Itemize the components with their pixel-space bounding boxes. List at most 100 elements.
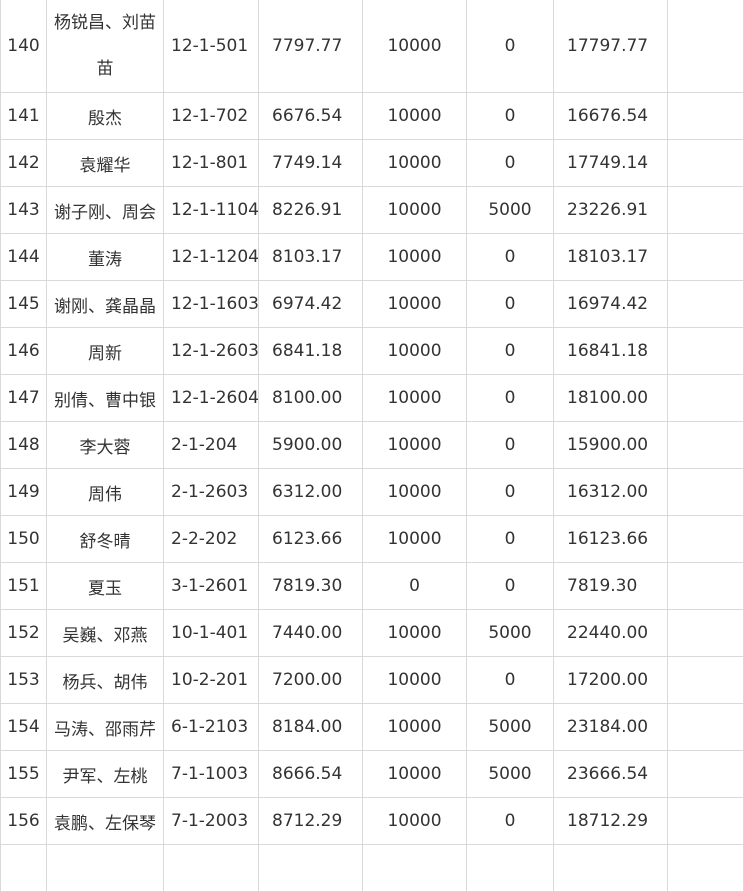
unit-number-cell: 12-1-2604: [163, 374, 259, 422]
amount-1-cell: 8666.54: [258, 750, 363, 798]
amount-3-cell: 0: [466, 468, 554, 516]
total-amount-cell: 23666.54: [553, 750, 668, 798]
amount-2-cell: 10000: [362, 186, 467, 234]
amount-2-cell: 10000: [362, 797, 467, 845]
table-row: 142 袁耀华 12-1-801 7749.14 10000 0 17749.14: [0, 139, 744, 187]
empty-cell: [667, 844, 744, 892]
unit-number-cell: 2-1-2603: [163, 468, 259, 516]
total-amount-cell: 22440.00: [553, 609, 668, 657]
unit-number-cell: 7-1-2003: [163, 797, 259, 845]
empty-cell: [667, 609, 744, 657]
table-row: 155 尹军、左桃 7-1-1003 8666.54 10000 5000 23666.54: [0, 750, 744, 798]
table-row: 152 吴巍、邓燕 10-1-401 7440.00 10000 5000 22440.00: [0, 609, 744, 657]
unit-number-cell: 12-1-501: [163, 0, 259, 93]
owner-name-cell: 袁耀华: [46, 139, 164, 187]
amount-3-cell: 0: [466, 421, 554, 469]
unit-number-cell: 3-1-2601: [163, 562, 259, 610]
empty-cell: [466, 844, 554, 892]
row-number-cell: 148: [0, 421, 47, 469]
amount-3-cell: 0: [466, 656, 554, 704]
row-number-cell: 147: [0, 374, 47, 422]
amount-1-cell: 7749.14: [258, 139, 363, 187]
total-amount-cell: 17797.77: [553, 0, 668, 93]
row-number-cell: 153: [0, 656, 47, 704]
table-row: 145 谢刚、龚晶晶 12-1-1603 6974.42 10000 0 16974.42: [0, 280, 744, 328]
row-number-cell: 154: [0, 703, 47, 751]
empty-cell: [667, 233, 744, 281]
unit-number-cell: 10-2-201: [163, 656, 259, 704]
amount-1-cell: 7819.30: [258, 562, 363, 610]
unit-number-cell: 12-1-702: [163, 92, 259, 140]
table-row: 148 李大蓉 2-1-204 5900.00 10000 0 15900.00: [0, 421, 744, 469]
empty-cell: [667, 656, 744, 704]
amount-2-cell: 10000: [362, 327, 467, 375]
empty-cell: [667, 468, 744, 516]
empty-cell: [667, 797, 744, 845]
amount-3-cell: 0: [466, 515, 554, 563]
empty-cell: [553, 844, 668, 892]
amount-2-cell: 10000: [362, 92, 467, 140]
row-number-cell: 143: [0, 186, 47, 234]
amount-1-cell: 8712.29: [258, 797, 363, 845]
total-amount-cell: 23226.91: [553, 186, 668, 234]
amount-3-cell: 0: [466, 562, 554, 610]
table-row: 143 谢子刚、周会 12-1-1104 8226.91 10000 5000 23226.…: [0, 186, 744, 234]
owner-name-cell: 夏玉: [46, 562, 164, 610]
row-number-cell: 142: [0, 139, 47, 187]
owner-name-cell: 别倩、曹中银: [46, 374, 164, 422]
amount-2-cell: 10000: [362, 750, 467, 798]
amount-2-cell: 0: [362, 562, 467, 610]
total-amount-cell: 16676.54: [553, 92, 668, 140]
amount-3-cell: 5000: [466, 186, 554, 234]
row-number-cell: 150: [0, 515, 47, 563]
amount-3-cell: 0: [466, 797, 554, 845]
table-row: 154 马涛、邵雨芹 6-1-2103 8184.00 10000 5000 23184.0…: [0, 703, 744, 751]
amount-3-cell: 0: [466, 233, 554, 281]
amount-1-cell: 8184.00: [258, 703, 363, 751]
amount-1-cell: 7440.00: [258, 609, 363, 657]
amount-3-cell: 5000: [466, 609, 554, 657]
empty-cell: [0, 844, 47, 892]
owner-name-cell: 李大蓉: [46, 421, 164, 469]
owner-name-cell: 谢子刚、周会: [46, 186, 164, 234]
total-amount-cell: 18103.17: [553, 233, 668, 281]
empty-cell: [667, 562, 744, 610]
table-row: 140 杨锐昌、刘苗苗 12-1-501 7797.77 10000 0 17797.77: [0, 0, 744, 93]
amount-1-cell: 6312.00: [258, 468, 363, 516]
amount-3-cell: 5000: [466, 703, 554, 751]
owner-name-cell: 周新: [46, 327, 164, 375]
empty-cell: [667, 280, 744, 328]
amount-1-cell: 8100.00: [258, 374, 363, 422]
total-amount-cell: 23184.00: [553, 703, 668, 751]
unit-number-cell: 2-2-202: [163, 515, 259, 563]
empty-cell: [667, 0, 744, 93]
unit-number-cell: 12-1-2603: [163, 327, 259, 375]
unit-number-cell: 7-1-1003: [163, 750, 259, 798]
amount-2-cell: 10000: [362, 421, 467, 469]
empty-cell: [163, 844, 259, 892]
empty-cell: [667, 327, 744, 375]
table-row-partial: [0, 844, 744, 892]
total-amount-cell: 17200.00: [553, 656, 668, 704]
empty-cell: [258, 844, 363, 892]
total-amount-cell: 18100.00: [553, 374, 668, 422]
amount-2-cell: 10000: [362, 139, 467, 187]
owner-name-cell: 谢刚、龚晶晶: [46, 280, 164, 328]
empty-cell: [667, 750, 744, 798]
row-number-cell: 141: [0, 92, 47, 140]
row-number-cell: 145: [0, 280, 47, 328]
empty-cell: [667, 421, 744, 469]
amount-2-cell: 10000: [362, 233, 467, 281]
owner-name-cell: 杨兵、胡伟: [46, 656, 164, 704]
owner-name-cell: 董涛: [46, 233, 164, 281]
table-row: 153 杨兵、胡伟 10-2-201 7200.00 10000 0 17200.00: [0, 656, 744, 704]
owner-name-cell: 尹军、左桃: [46, 750, 164, 798]
unit-number-cell: 12-1-1104: [163, 186, 259, 234]
table-body: 140 杨锐昌、刘苗苗 12-1-501 7797.77 10000 0 17797.77 1…: [0, 0, 744, 892]
empty-cell: [362, 844, 467, 892]
empty-cell: [667, 374, 744, 422]
total-amount-cell: 16123.66: [553, 515, 668, 563]
row-number-cell: 144: [0, 233, 47, 281]
row-number-cell: 146: [0, 327, 47, 375]
amount-1-cell: 6123.66: [258, 515, 363, 563]
